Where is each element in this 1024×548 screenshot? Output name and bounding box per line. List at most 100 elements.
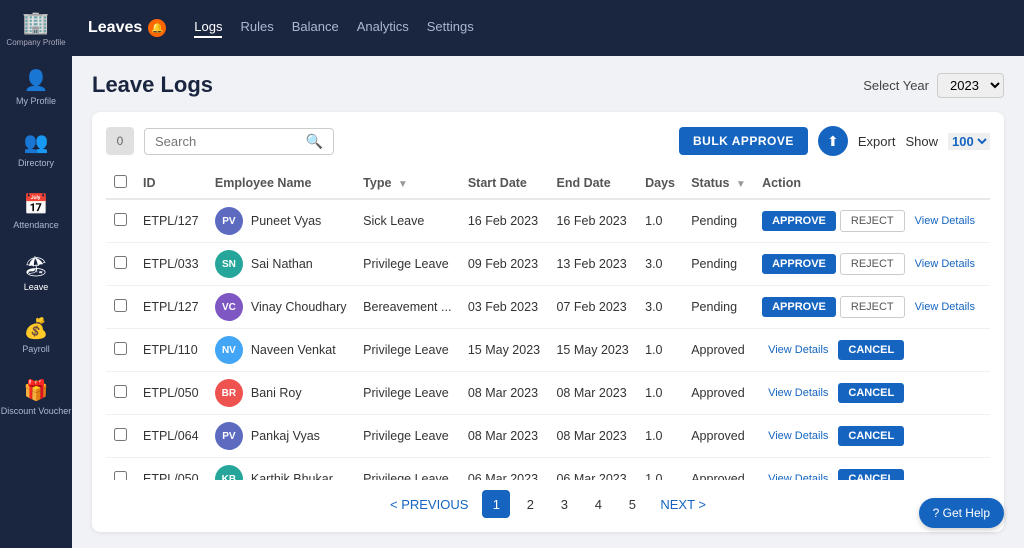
nav-link-balance[interactable]: Balance: [292, 19, 339, 38]
search-input[interactable]: [155, 134, 300, 149]
cell-status: Approved: [683, 415, 754, 458]
cell-id: ETPL/050: [135, 372, 207, 415]
view-details-button[interactable]: View Details: [762, 340, 834, 360]
select-all-checkbox[interactable]: [114, 175, 127, 188]
reject-button[interactable]: REJECT: [840, 253, 905, 275]
page-3[interactable]: 3: [550, 490, 578, 518]
sidebar-label-directory: Directory: [18, 158, 54, 168]
show-count-select[interactable]: 100 50 25: [948, 133, 990, 150]
employee-name: Sai Nathan: [251, 257, 313, 271]
year-select-input[interactable]: 2023 2022 2021: [937, 73, 1004, 98]
view-details-button[interactable]: View Details: [909, 297, 981, 317]
col-start-date: Start Date: [460, 168, 549, 199]
cell-action: APPROVE REJECT View Details: [754, 243, 990, 286]
directory-icon: 👥: [24, 130, 49, 155]
cell-action: View Details CANCEL: [754, 329, 990, 372]
bulk-approve-button[interactable]: BULK APPROVE: [679, 127, 808, 155]
get-help-button[interactable]: ? Get Help: [919, 498, 1004, 528]
cell-type: Sick Leave: [355, 199, 460, 243]
prev-button[interactable]: < PREVIOUS: [382, 494, 476, 515]
payroll-icon: 💰: [24, 316, 49, 341]
cell-start-date: 06 Mar 2023: [460, 458, 549, 481]
sidebar-item-attendance[interactable]: 📅 Attendance: [0, 180, 72, 242]
page-header: Leave Logs Select Year 2023 2022 2021: [92, 72, 1004, 98]
page-4[interactable]: 4: [584, 490, 612, 518]
type-filter-icon[interactable]: ▼: [398, 179, 408, 190]
cancel-button[interactable]: CANCEL: [838, 426, 904, 446]
sidebar-item-directory[interactable]: 👥 Directory: [0, 118, 72, 180]
cell-action: APPROVE REJECT View Details: [754, 199, 990, 243]
status-filter-icon[interactable]: ▼: [736, 179, 746, 190]
nav-link-logs[interactable]: Logs: [194, 19, 222, 38]
sidebar-item-my-profile[interactable]: 👤 My Profile: [0, 56, 72, 118]
page-1[interactable]: 1: [482, 490, 510, 518]
cell-action: APPROVE REJECT View Details: [754, 286, 990, 329]
cell-type: Bereavement ...: [355, 286, 460, 329]
cell-start-date: 03 Feb 2023: [460, 286, 549, 329]
cell-status: Approved: [683, 329, 754, 372]
sidebar-item-leave[interactable]: 🏖 Leave: [0, 242, 72, 304]
view-details-button[interactable]: View Details: [762, 426, 834, 446]
cell-id: ETPL/050: [135, 458, 207, 481]
company-logo[interactable]: 🏢 Company Profile: [0, 0, 72, 56]
table-row: ETPL/033 SN Sai Nathan Privilege Leave 0…: [106, 243, 990, 286]
leave-logs-table: ID Employee Name Type ▼ Start Date End D…: [106, 168, 990, 480]
reject-button[interactable]: REJECT: [840, 296, 905, 318]
row-checkbox[interactable]: [114, 471, 127, 480]
export-label[interactable]: Export: [858, 134, 896, 149]
cell-employee: VC Vinay Choudhary: [207, 286, 355, 329]
row-checkbox[interactable]: [114, 428, 127, 441]
cell-end-date: 08 Mar 2023: [548, 372, 637, 415]
view-details-button[interactable]: View Details: [909, 211, 981, 231]
cell-employee: PV Puneet Vyas: [207, 199, 355, 243]
cell-days: 1.0: [637, 372, 683, 415]
cell-days: 1.0: [637, 329, 683, 372]
cancel-button[interactable]: CANCEL: [838, 383, 904, 403]
cell-start-date: 08 Mar 2023: [460, 415, 549, 458]
avatar: SN: [215, 250, 243, 278]
sidebar-item-discount-voucher[interactable]: 🎁 Discount Voucher: [0, 366, 72, 428]
company-label: Company Profile: [6, 38, 65, 47]
approve-button[interactable]: APPROVE: [762, 297, 836, 317]
approve-button[interactable]: APPROVE: [762, 211, 836, 231]
app-title-text: Leaves: [88, 19, 142, 37]
nav-link-analytics[interactable]: Analytics: [357, 19, 409, 38]
reject-button[interactable]: REJECT: [840, 210, 905, 232]
col-action: Action: [754, 168, 990, 199]
row-checkbox[interactable]: [114, 213, 127, 226]
approve-button[interactable]: APPROVE: [762, 254, 836, 274]
nav-link-settings[interactable]: Settings: [427, 19, 474, 38]
table-header-row: ID Employee Name Type ▼ Start Date End D…: [106, 168, 990, 199]
col-employee-name: Employee Name: [207, 168, 355, 199]
cell-type: Privilege Leave: [355, 243, 460, 286]
cancel-button[interactable]: CANCEL: [838, 340, 904, 360]
export-icon-button[interactable]: ⬆: [818, 126, 848, 156]
cell-days: 1.0: [637, 415, 683, 458]
avatar: KB: [215, 465, 243, 480]
cell-days: 1.0: [637, 199, 683, 243]
page-2[interactable]: 2: [516, 490, 544, 518]
view-details-button[interactable]: View Details: [762, 383, 834, 403]
row-checkbox[interactable]: [114, 342, 127, 355]
next-button[interactable]: NEXT >: [652, 494, 714, 515]
view-details-button[interactable]: View Details: [762, 469, 834, 480]
toolbar: 0 🔍 BULK APPROVE ⬆ Export Show 100 50 25: [106, 126, 990, 156]
sidebar: 🏢 Company Profile 👤 My Profile 👥 Directo…: [0, 0, 72, 548]
sidebar-item-payroll[interactable]: 💰 Payroll: [0, 304, 72, 366]
table-row: ETPL/127 PV Puneet Vyas Sick Leave 16 Fe…: [106, 199, 990, 243]
row-checkbox[interactable]: [114, 299, 127, 312]
cell-status: Pending: [683, 199, 754, 243]
cancel-button[interactable]: CANCEL: [838, 469, 904, 480]
row-checkbox[interactable]: [114, 385, 127, 398]
app-title-badge: 🔔: [148, 19, 166, 37]
page-5[interactable]: 5: [618, 490, 646, 518]
view-details-button[interactable]: View Details: [909, 254, 981, 274]
row-checkbox[interactable]: [114, 256, 127, 269]
main-area: Leaves 🔔 Logs Rules Balance Analytics Se…: [72, 0, 1024, 548]
nav-link-rules[interactable]: Rules: [240, 19, 273, 38]
cell-status: Pending: [683, 243, 754, 286]
cell-start-date: 16 Feb 2023: [460, 199, 549, 243]
cell-employee: PV Pankaj Vyas: [207, 415, 355, 458]
top-nav: Leaves 🔔 Logs Rules Balance Analytics Se…: [72, 0, 1024, 56]
content: Leave Logs Select Year 2023 2022 2021 0 …: [72, 56, 1024, 548]
